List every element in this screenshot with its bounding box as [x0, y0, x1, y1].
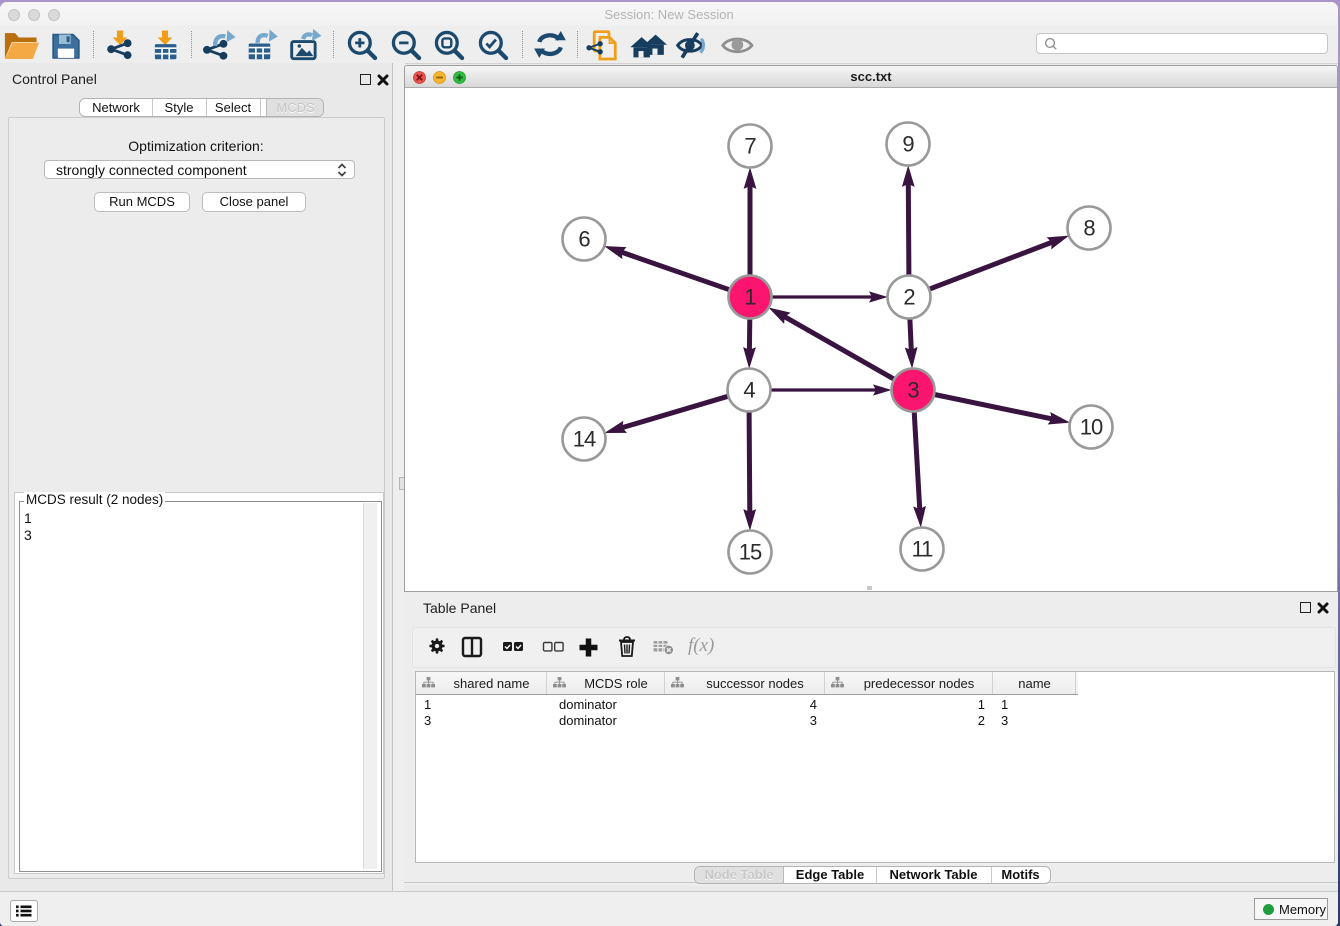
svg-text:7: 7: [744, 134, 756, 159]
svg-text:2: 2: [903, 285, 915, 310]
svg-text:4: 4: [743, 378, 755, 403]
svg-text:14: 14: [573, 427, 596, 452]
svg-text:10: 10: [1080, 415, 1103, 440]
svg-text:15: 15: [739, 540, 762, 565]
svg-text:9: 9: [902, 132, 914, 157]
svg-text:1: 1: [744, 285, 756, 310]
svg-text:8: 8: [1083, 216, 1095, 241]
svg-text:6: 6: [578, 227, 590, 252]
svg-text:3: 3: [907, 378, 919, 403]
svg-text:11: 11: [912, 537, 934, 562]
